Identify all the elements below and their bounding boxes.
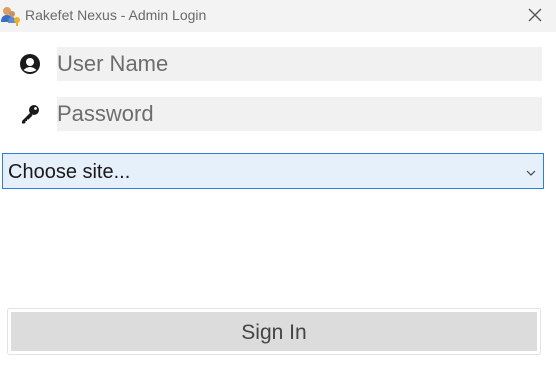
site-select[interactable]: Choose site... [2, 153, 544, 189]
title-bar: Rakefet Nexus - Admin Login [0, 0, 556, 32]
users-key-icon [0, 5, 22, 27]
user-circle-icon [19, 53, 41, 75]
signin-button[interactable]: Sign In [11, 312, 537, 351]
username-input[interactable] [57, 47, 542, 81]
login-window: Rakefet Nexus - Admin Login User Name Ch… [0, 0, 556, 371]
password-row [0, 97, 556, 131]
close-icon[interactable] [526, 6, 544, 24]
password-input[interactable] [57, 97, 542, 131]
username-row [0, 47, 556, 81]
site-select-value: Choose site... [8, 161, 131, 183]
signin-button-frame: Sign In [7, 308, 541, 355]
window-title: Rakefet Nexus - Admin Login [25, 7, 207, 23]
chevron-down-icon [525, 166, 537, 178]
key-icon [19, 103, 41, 125]
